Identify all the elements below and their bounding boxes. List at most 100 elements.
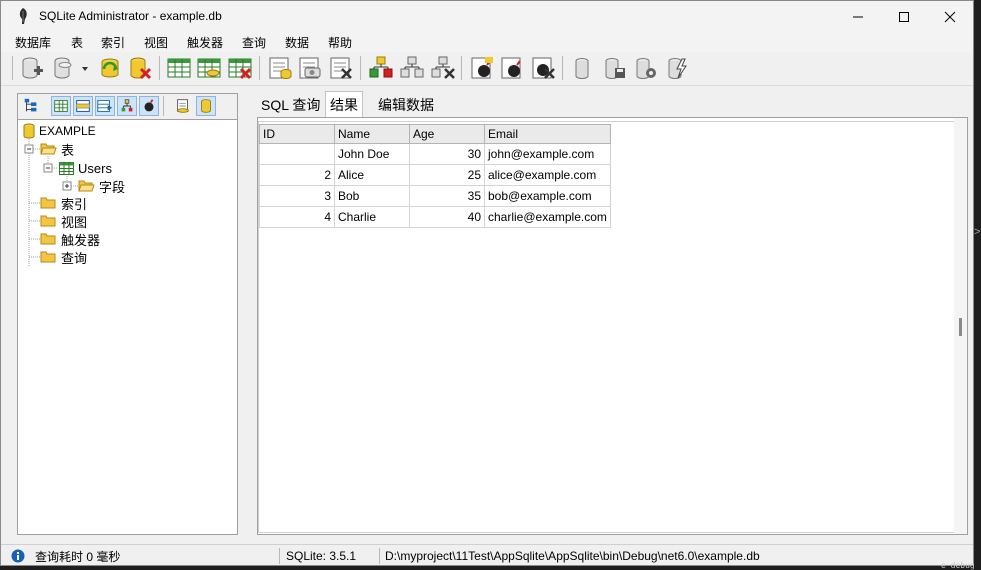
cell-id[interactable]: 1 (259, 143, 335, 165)
fields-filter-icon[interactable] (73, 96, 93, 116)
views-filter-icon[interactable] (95, 96, 115, 116)
tab-edit-data[interactable]: 编辑数据 (374, 93, 438, 117)
cell-id[interactable]: 2 (259, 164, 335, 186)
menu-table[interactable]: 表 (71, 34, 83, 51)
table-row[interactable]: 2 Alice 25 alice@example.com (259, 164, 611, 186)
cell-name[interactable]: John Doe (334, 143, 410, 165)
vertical-scrollbar[interactable] (954, 118, 967, 534)
menu-query[interactable]: 查询 (242, 34, 266, 51)
tab-results[interactable]: 结果 (325, 91, 363, 117)
menu-index[interactable]: 索引 (101, 34, 125, 51)
tree-view-icon[interactable] (21, 96, 41, 116)
toolbar-separator (159, 56, 160, 80)
edit-trigger-icon[interactable] (499, 55, 525, 81)
tree-node-label: 查询 (61, 250, 88, 266)
cell-email[interactable]: charlie@example.com (484, 206, 611, 228)
delete-query-icon[interactable] (328, 55, 354, 81)
menu-database[interactable]: 数据库 (15, 34, 51, 51)
table-row[interactable]: 4 Charlie 40 charlie@example.com (259, 206, 611, 228)
tree-node-table-users[interactable]: Users (59, 159, 112, 177)
cell-email[interactable]: alice@example.com (484, 164, 611, 186)
database-tree: EXAMPLE 表 Users 字段 索引 视图 触发器 查询 (17, 119, 238, 535)
menu-help[interactable]: 帮助 (328, 34, 352, 51)
dropdown-arrow-icon[interactable] (79, 55, 91, 81)
new-table-icon[interactable] (166, 55, 192, 81)
cell-id[interactable]: 3 (259, 185, 335, 207)
results-grid[interactable]: ID Name Age Email 1 John Doe 30 john@exa… (258, 121, 955, 533)
close-icon (944, 11, 956, 22)
info-icon (11, 549, 25, 563)
open-database-icon[interactable] (51, 55, 77, 81)
cell-age[interactable]: 40 (409, 206, 485, 228)
open-query-icon[interactable] (297, 55, 323, 81)
folder-icon (40, 251, 56, 263)
tree-node-database[interactable]: EXAMPLE (23, 122, 96, 140)
background-terminal-text: e debug (941, 561, 975, 570)
column-header-id[interactable]: ID (259, 124, 335, 144)
tree-node-label: 视图 (61, 214, 88, 230)
triggers-filter-icon[interactable] (139, 96, 159, 116)
table-row[interactable]: 1 John Doe 30 john@example.com (259, 143, 611, 165)
menu-data[interactable]: 数据 (285, 34, 309, 51)
tree-node-views[interactable]: 视图 (40, 212, 87, 230)
compact-database-icon[interactable] (664, 55, 690, 81)
title-bar[interactable]: SQLite Administrator - example.db (1, 1, 973, 32)
folder-open-icon (40, 143, 57, 155)
refresh-database-icon[interactable] (97, 55, 123, 81)
cell-age[interactable]: 30 (409, 143, 485, 165)
save-database-icon[interactable] (601, 55, 627, 81)
column-header-email[interactable]: Email (484, 124, 611, 144)
cell-email[interactable]: john@example.com (484, 143, 611, 165)
tree-node-label: 字段 (99, 179, 126, 195)
close-button[interactable] (927, 1, 973, 32)
delete-trigger-icon[interactable] (530, 55, 556, 81)
cell-name[interactable]: Bob (334, 185, 410, 207)
edit-table-icon[interactable] (196, 55, 222, 81)
database-filter-icon[interactable] (196, 96, 216, 116)
edit-index-icon[interactable] (399, 55, 425, 81)
table-icon (59, 161, 74, 175)
column-header-age[interactable]: Age (409, 124, 485, 144)
cell-age[interactable]: 25 (409, 164, 485, 186)
tree-node-queries[interactable]: 查询 (40, 248, 87, 266)
tree-toolbar (17, 93, 238, 119)
results-panel: ID Name Age Email 1 John Doe 30 john@exa… (257, 117, 968, 535)
indexes-filter-icon[interactable] (117, 96, 137, 116)
tables-filter-icon[interactable] (51, 96, 71, 116)
column-header-name[interactable]: Name (334, 124, 410, 144)
query-time-text: 查询耗时 0 毫秒 (35, 549, 121, 564)
status-divider (379, 548, 380, 564)
new-index-icon[interactable] (368, 55, 394, 81)
database-file-icon[interactable] (569, 55, 595, 81)
cell-age[interactable]: 35 (409, 185, 485, 207)
scrollbar-thumb[interactable] (959, 318, 962, 336)
tab-label: 结果 (330, 96, 358, 113)
query-browse-icon[interactable] (173, 96, 193, 116)
tree-node-triggers[interactable]: 触发器 (40, 230, 100, 248)
cell-email[interactable]: bob@example.com (484, 185, 611, 207)
tree-node-indexes[interactable]: 索引 (40, 194, 87, 212)
cell-id[interactable]: 4 (259, 206, 335, 228)
tab-sql-query[interactable]: SQL 查询 (257, 93, 324, 117)
tab-label: 编辑数据 (378, 97, 434, 113)
tree-node-fields[interactable]: 字段 (78, 177, 125, 195)
new-trigger-icon[interactable] (469, 55, 495, 81)
delete-table-icon[interactable] (227, 55, 253, 81)
maximize-button[interactable] (881, 1, 927, 32)
cell-name[interactable]: Alice (334, 164, 410, 186)
status-bar: 查询耗时 0 毫秒 SQLite: 3.5.1 D:\myproject\11T… (1, 544, 973, 565)
new-query-icon[interactable] (267, 55, 293, 81)
cell-name[interactable]: Charlie (334, 206, 410, 228)
tree-node-label: 索引 (61, 196, 88, 212)
minimize-button[interactable] (835, 1, 881, 32)
menu-view[interactable]: 视图 (144, 34, 168, 51)
database-settings-icon[interactable] (632, 55, 658, 81)
status-file-path: D:\myproject\11Test\AppSqlite\AppSqlite\… (385, 549, 760, 563)
delete-database-icon[interactable] (127, 55, 153, 81)
database-icon (23, 123, 35, 139)
add-database-icon[interactable] (19, 55, 45, 81)
table-row[interactable]: 3 Bob 35 bob@example.com (259, 185, 611, 207)
delete-index-icon[interactable] (430, 55, 456, 81)
menu-trigger[interactable]: 触发器 (187, 34, 223, 51)
tree-node-tables[interactable]: 表 (40, 140, 74, 158)
